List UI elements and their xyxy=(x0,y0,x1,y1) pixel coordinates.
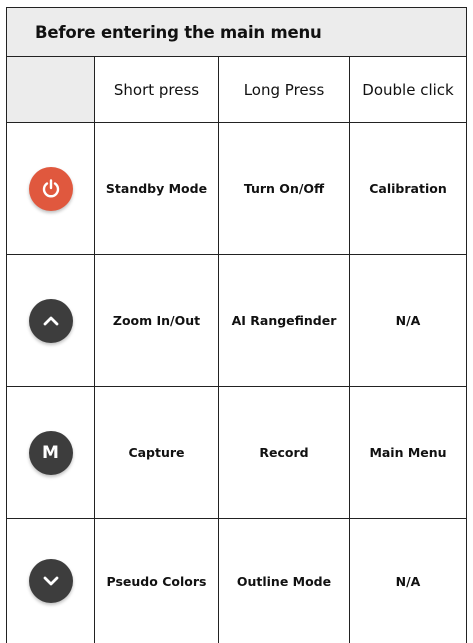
header-long-press: Long Press xyxy=(219,57,350,122)
short-press-cell: Zoom In/Out xyxy=(95,255,219,386)
long-press-cell: Turn On/Off xyxy=(219,123,350,254)
short-press-cell: Standby Mode xyxy=(95,123,219,254)
m-button-label: M xyxy=(42,442,59,463)
long-press-cell: Outline Mode xyxy=(219,519,350,643)
header-short-press: Short press xyxy=(95,57,219,122)
table-row: Pseudo Colors Outline Mode N/A xyxy=(7,519,466,643)
double-click-cell: N/A xyxy=(395,313,421,328)
short-press-cell: Capture xyxy=(95,387,219,518)
table-title: Before entering the main menu xyxy=(7,8,466,57)
icon-cell: M xyxy=(7,387,95,518)
table-row: M Capture Record Main Menu xyxy=(7,387,466,519)
power-icon xyxy=(28,166,73,211)
double-click-cell: Calibration xyxy=(369,181,447,196)
chevron-up-icon xyxy=(28,298,73,343)
double-click-cell: Main Menu xyxy=(369,445,447,460)
short-press-cell: Pseudo Colors xyxy=(95,519,219,643)
icon-cell xyxy=(7,255,95,386)
double-click-cell: N/A xyxy=(395,573,421,589)
table-row: Standby Mode Turn On/Off Calibration xyxy=(7,123,466,255)
long-press-cell: Record xyxy=(219,387,350,518)
table-row: Zoom In/Out AI Rangefinder N/A xyxy=(7,255,466,387)
header-double-click: Double click xyxy=(362,80,454,99)
long-press-cell: AI Rangefinder xyxy=(219,255,350,386)
icon-cell xyxy=(7,123,95,254)
chevron-down-icon xyxy=(28,559,73,603)
button-function-table: Before entering the main menu Short pres… xyxy=(6,7,467,643)
m-button-icon: M xyxy=(28,430,73,475)
icon-cell xyxy=(7,519,95,643)
header-cell-icon xyxy=(7,57,95,122)
header-row: Short press Long Press Double click xyxy=(7,57,466,123)
